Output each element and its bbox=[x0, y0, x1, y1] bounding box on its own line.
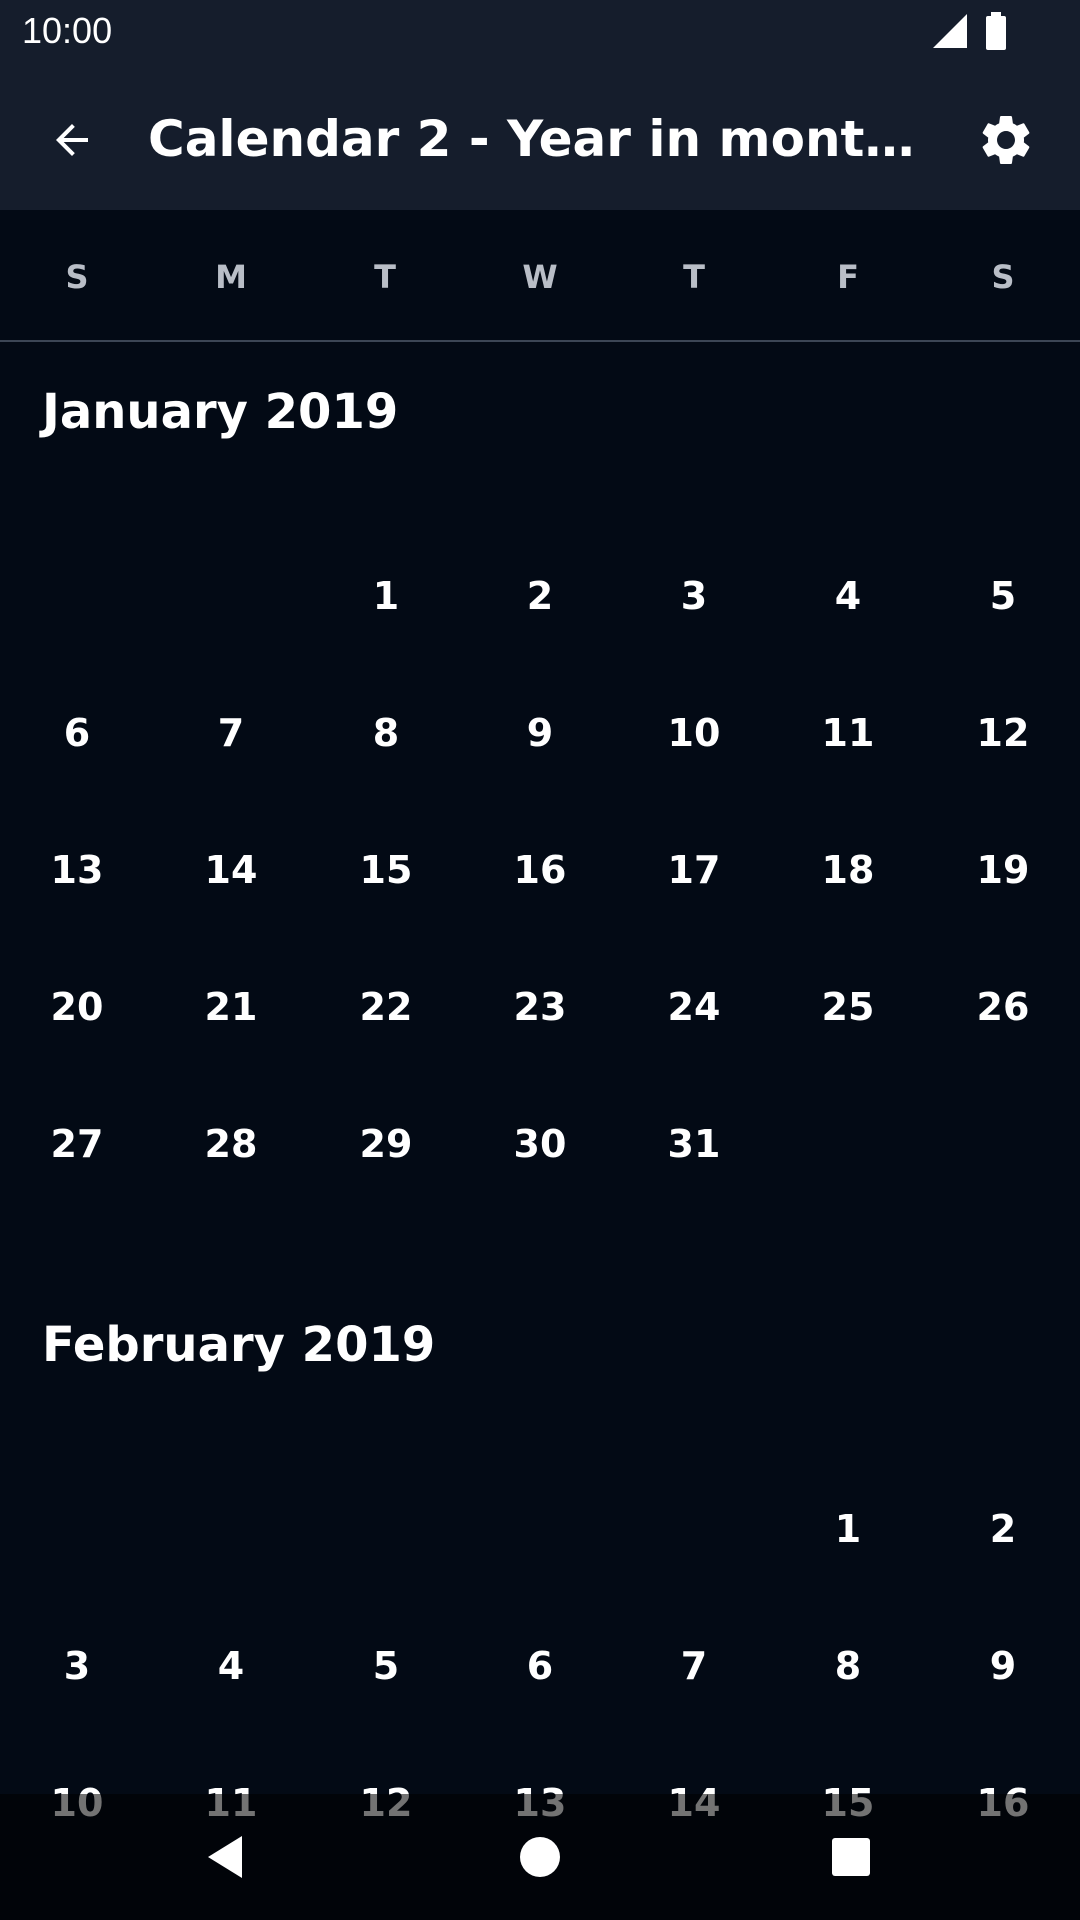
weekday-tuesday: T bbox=[374, 258, 396, 296]
calendar-day[interactable]: 7 bbox=[617, 1626, 771, 1706]
circle-home-icon bbox=[520, 1837, 560, 1877]
month-title: January 2019 bbox=[42, 384, 399, 440]
triangle-back-icon bbox=[208, 1836, 242, 1878]
weekday-friday: F bbox=[837, 258, 859, 296]
calendar-day[interactable]: 16 bbox=[463, 830, 617, 910]
nav-back-button[interactable] bbox=[182, 1812, 272, 1902]
weekday-sunday: S bbox=[65, 258, 89, 296]
calendar-day[interactable]: 10 bbox=[617, 693, 771, 773]
calendar-day[interactable]: 9 bbox=[926, 1626, 1080, 1706]
calendar-day[interactable]: 1 bbox=[771, 1489, 925, 1569]
calendar-day[interactable]: 29 bbox=[309, 1104, 463, 1184]
calendar-day[interactable]: 18 bbox=[771, 830, 925, 910]
calendar-day[interactable]: 20 bbox=[0, 967, 154, 1047]
status-bar: 10:00 bbox=[0, 0, 1080, 64]
page-title: Calendar 2 - Year in month labe... bbox=[148, 110, 938, 168]
cell-signal-icon bbox=[933, 14, 967, 48]
settings-button[interactable] bbox=[968, 102, 1044, 178]
calendar-day[interactable]: 27 bbox=[0, 1104, 154, 1184]
back-button[interactable] bbox=[36, 104, 108, 176]
calendar-day[interactable]: 7 bbox=[154, 693, 308, 773]
calendar-day[interactable]: 31 bbox=[617, 1104, 771, 1184]
calendar-day[interactable]: 11 bbox=[771, 693, 925, 773]
calendar-day[interactable]: 22 bbox=[309, 967, 463, 1047]
calendar-day[interactable]: 2 bbox=[926, 1489, 1080, 1569]
calendar-day[interactable]: 3 bbox=[0, 1626, 154, 1706]
calendar-day[interactable]: 15 bbox=[309, 830, 463, 910]
calendar-day[interactable]: 14 bbox=[154, 830, 308, 910]
calendar-day[interactable]: 6 bbox=[0, 693, 154, 773]
calendar-day[interactable]: 17 bbox=[617, 830, 771, 910]
calendar-day[interactable]: 3 bbox=[617, 556, 771, 636]
calendar-day[interactable]: 21 bbox=[154, 967, 308, 1047]
calendar-day[interactable]: 9 bbox=[463, 693, 617, 773]
calendar-day[interactable]: 8 bbox=[309, 693, 463, 773]
calendar-day[interactable]: 25 bbox=[771, 967, 925, 1047]
app-bar: Calendar 2 - Year in month labe... bbox=[0, 64, 1080, 210]
calendar-day[interactable]: 12 bbox=[926, 693, 1080, 773]
calendar-day[interactable]: 28 bbox=[154, 1104, 308, 1184]
weekday-saturday: S bbox=[991, 258, 1015, 296]
calendar-day[interactable]: 8 bbox=[771, 1626, 925, 1706]
battery-icon bbox=[986, 12, 1006, 50]
calendar-day[interactable]: 23 bbox=[463, 967, 617, 1047]
arrow-back-icon bbox=[56, 124, 88, 156]
calendar-day[interactable]: 1 bbox=[309, 556, 463, 636]
calendar-day[interactable]: 5 bbox=[926, 556, 1080, 636]
square-recents-icon bbox=[832, 1838, 870, 1876]
calendar-list[interactable]: January 2019 1 2 3 4 5 6 7 8 9 10 11 12 13 14 15 16 17 18 1… bbox=[0, 344, 1080, 1920]
calendar-day[interactable]: 2 bbox=[463, 556, 617, 636]
month-title: February 2019 bbox=[42, 1317, 436, 1373]
calendar-day[interactable]: 19 bbox=[926, 830, 1080, 910]
status-time: 10:00 bbox=[22, 10, 113, 51]
calendar-day[interactable]: 5 bbox=[309, 1626, 463, 1706]
calendar-day[interactable]: 13 bbox=[0, 830, 154, 910]
system-nav-bar bbox=[0, 1794, 1080, 1920]
weekday-header: S M T W T F S bbox=[0, 210, 1080, 342]
weekday-monday: M bbox=[215, 258, 247, 296]
calendar-day[interactable]: 24 bbox=[617, 967, 771, 1047]
calendar-day[interactable]: 26 bbox=[926, 967, 1080, 1047]
weekday-wednesday: W bbox=[522, 258, 558, 296]
calendar-day[interactable]: 6 bbox=[463, 1626, 617, 1706]
gear-icon bbox=[982, 115, 1030, 164]
calendar-day[interactable]: 4 bbox=[771, 556, 925, 636]
weekday-thursday: T bbox=[683, 258, 705, 296]
calendar-day[interactable]: 4 bbox=[154, 1626, 308, 1706]
nav-home-button[interactable] bbox=[495, 1812, 585, 1902]
nav-recents-button[interactable] bbox=[806, 1812, 896, 1902]
calendar-day[interactable]: 30 bbox=[463, 1104, 617, 1184]
